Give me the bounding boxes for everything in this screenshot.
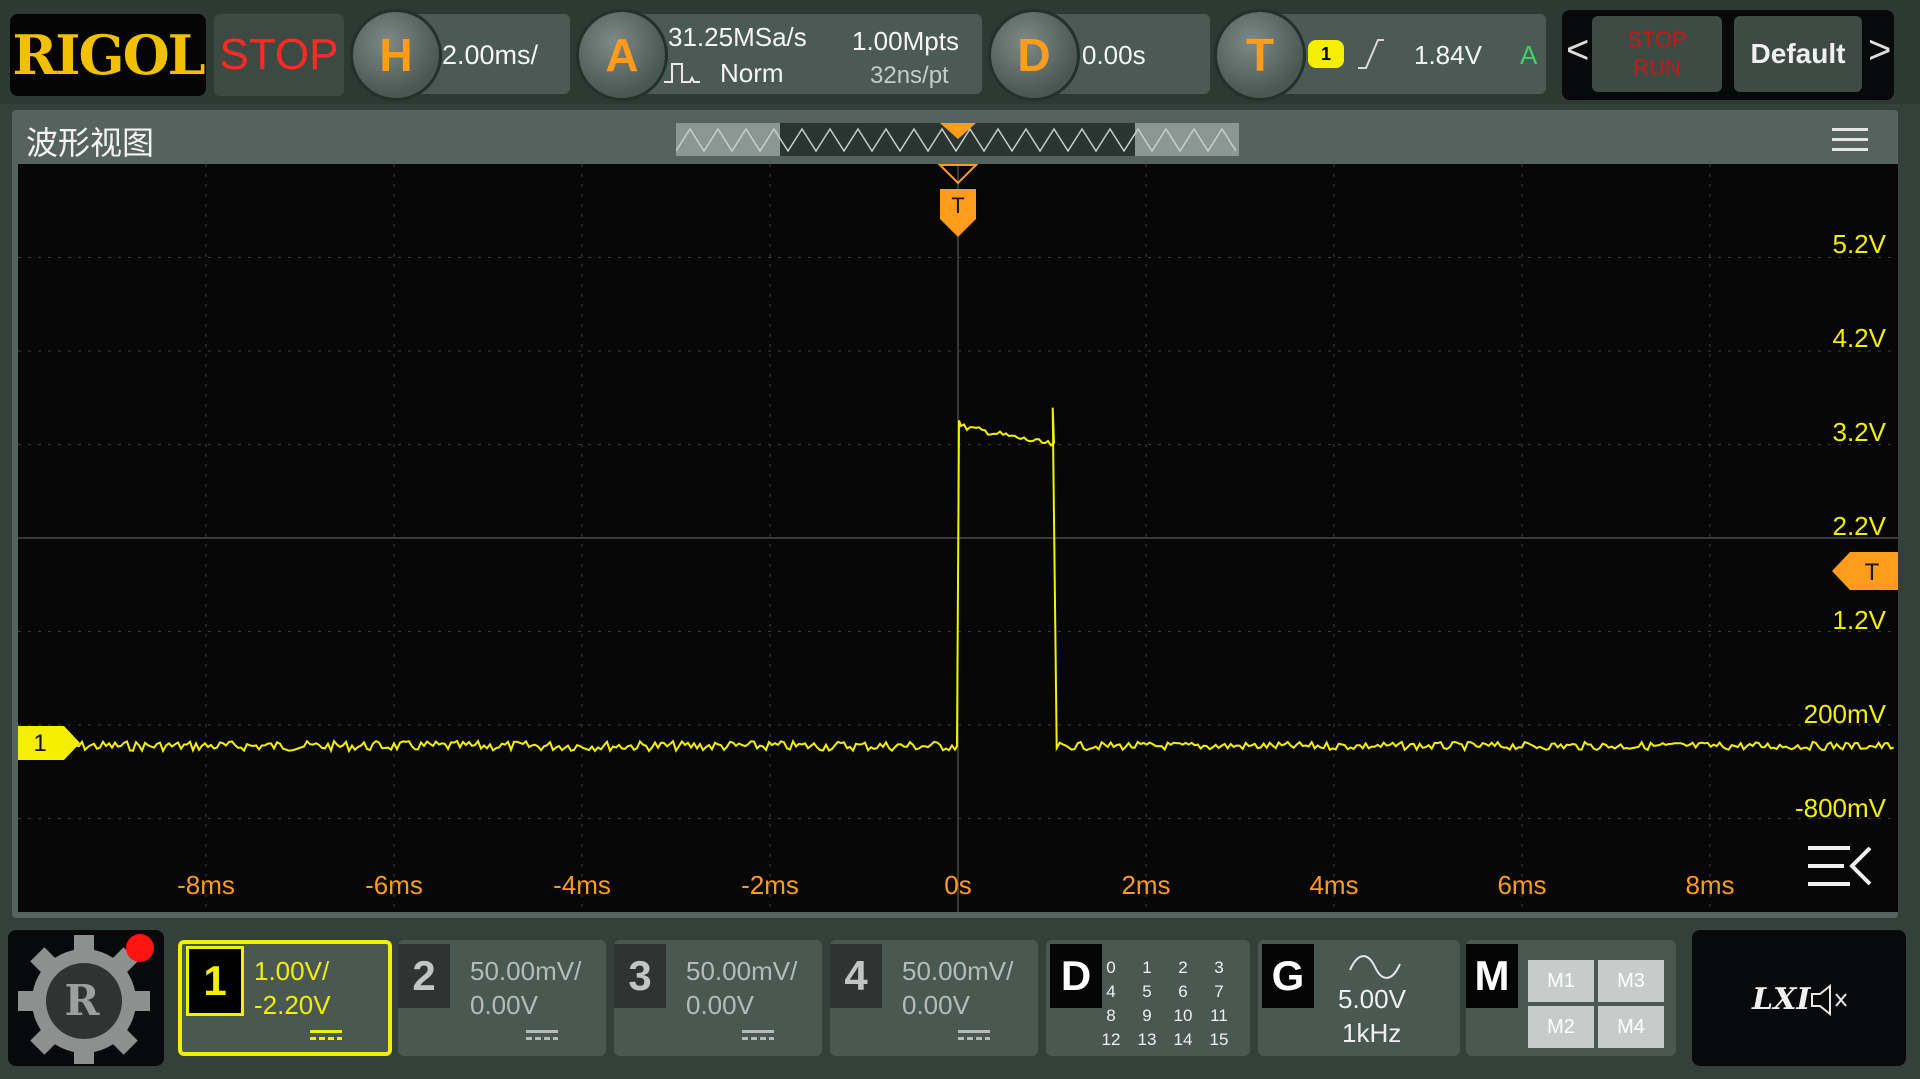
channel-1-coupling-icon <box>310 1030 342 1040</box>
math-m4-button[interactable]: M4 <box>1598 1006 1664 1048</box>
x-axis-label: 8ms <box>1685 870 1734 900</box>
top-bar: RIGOL STOP 2.00ms/ H 31.25MSa/s 1.00Mpts… <box>0 0 1920 104</box>
collapse-menu-icon[interactable] <box>1806 842 1876 892</box>
generator-amplitude: 5.00V <box>1338 984 1406 1014</box>
svg-text:R: R <box>65 976 101 1025</box>
channel-1-marker-label: 1 <box>33 730 46 757</box>
y-axis-label: 1.2V <box>1833 605 1887 635</box>
math-label: M <box>1466 944 1518 1008</box>
math-m3-button[interactable]: M3 <box>1598 960 1664 1002</box>
view-menu-icon[interactable] <box>1832 128 1868 152</box>
acquisition-mode-icon <box>662 60 702 84</box>
rising-edge-icon <box>1356 36 1386 72</box>
y-axis-label: 2.2V <box>1833 511 1887 541</box>
channel-3-number: 3 <box>614 944 666 1008</box>
y-axis-label: 3.2V <box>1833 417 1887 447</box>
gear-icon[interactable]: R <box>16 934 156 1064</box>
x-axis-label: -2ms <box>741 870 799 900</box>
x-axis-label: 4ms <box>1309 870 1358 900</box>
math-m2-button[interactable]: M2 <box>1528 1006 1594 1048</box>
channel-1-scale: 1.00V/ <box>254 956 330 986</box>
default-button[interactable]: Default <box>1734 16 1862 92</box>
channel-3-coupling-icon <box>742 1030 774 1040</box>
channel-2-number: 2 <box>398 944 450 1008</box>
x-axis-label: 2ms <box>1121 870 1170 900</box>
trigger-level-marker[interactable]: T <box>1832 552 1898 590</box>
acquisition-mode: Norm <box>720 58 784 88</box>
channel-3-scale: 50.00mV/ <box>686 956 798 986</box>
run-state-indicator[interactable]: STOP <box>214 14 344 96</box>
channel-1-offset: -2.20V <box>254 990 331 1020</box>
y-axis-label: -800mV <box>1795 793 1887 823</box>
trigger-level-marker-label: T <box>1865 559 1880 586</box>
trigger-mode: A <box>1520 40 1538 70</box>
x-axis-label: -6ms <box>365 870 423 900</box>
channel-3-offset: 0.00V <box>686 990 754 1020</box>
trigger-position-marker[interactable]: T <box>936 163 980 243</box>
channel-4-coupling-icon <box>958 1030 990 1040</box>
x-axis-label: -8ms <box>177 870 235 900</box>
channel-4-number: 4 <box>830 944 882 1008</box>
x-axis-label: 6ms <box>1497 870 1546 900</box>
sine-wave-icon <box>1349 955 1401 979</box>
stop-run-button[interactable]: STOP RUN <box>1592 16 1722 92</box>
stop-label: STOP <box>1627 27 1687 52</box>
channel-2-scale: 50.00mV/ <box>470 956 582 986</box>
time-per-point: 32ns/pt <box>870 62 949 89</box>
channel-2-offset: 0.00V <box>470 990 538 1020</box>
lxi-logo: LXI <box>1752 982 1811 1017</box>
overview-wave-icon <box>676 123 1237 153</box>
previous-arrow-icon[interactable]: < <box>1566 28 1589 73</box>
speaker-muted-icon[interactable] <box>1808 982 1852 1018</box>
digital-channel-grid: 0123 4567 8 9 10 11 12 13 14 15 <box>1101 958 1229 1049</box>
run-label: RUN <box>1633 55 1681 80</box>
graticule: 5.2V 4.2V 3.2V 2.2V 1.2V 200mV -800mV -8ms -6ms -… <box>18 164 1898 912</box>
delay-value: 0.00s <box>1082 40 1146 70</box>
channel-1-offset-marker[interactable]: 1 <box>18 726 82 760</box>
channel-1-number: 1 <box>186 946 244 1016</box>
acquisition-badge[interactable]: A <box>576 9 668 101</box>
trigger-source-channel: 1 <box>1308 40 1344 68</box>
digital-label: D <box>1050 944 1102 1008</box>
trigger-position-label: T <box>951 193 964 218</box>
x-axis-label: -4ms <box>553 870 611 900</box>
trigger-badge[interactable]: T <box>1214 9 1306 101</box>
next-arrow-icon[interactable]: > <box>1868 28 1891 73</box>
generator-label: G <box>1262 944 1314 1008</box>
generator-frequency: 1kHz <box>1342 1018 1402 1048</box>
y-axis-label: 4.2V <box>1833 323 1887 353</box>
channel-2-coupling-icon <box>526 1030 558 1040</box>
math-m1-button[interactable]: M1 <box>1528 960 1594 1002</box>
rigol-logo: RIGOL <box>10 14 206 96</box>
channel-4-offset: 0.00V <box>902 990 970 1020</box>
channel-4-scale: 50.00mV/ <box>902 956 1014 986</box>
trigger-level: 1.84V <box>1414 40 1482 70</box>
y-axis-label: 200mV <box>1804 699 1887 729</box>
waveform-view-title: 波形视图 <box>26 125 155 161</box>
y-axis-label: 5.2V <box>1833 229 1887 259</box>
x-axis-label: 0s <box>944 870 971 900</box>
delay-badge[interactable]: D <box>988 9 1080 101</box>
memory-depth: 1.00Mpts <box>852 26 959 56</box>
horizontal-badge[interactable]: H <box>350 9 442 101</box>
horizontal-scale: 2.00ms/ <box>442 40 539 70</box>
sample-rate: 31.25MSa/s <box>668 22 807 52</box>
